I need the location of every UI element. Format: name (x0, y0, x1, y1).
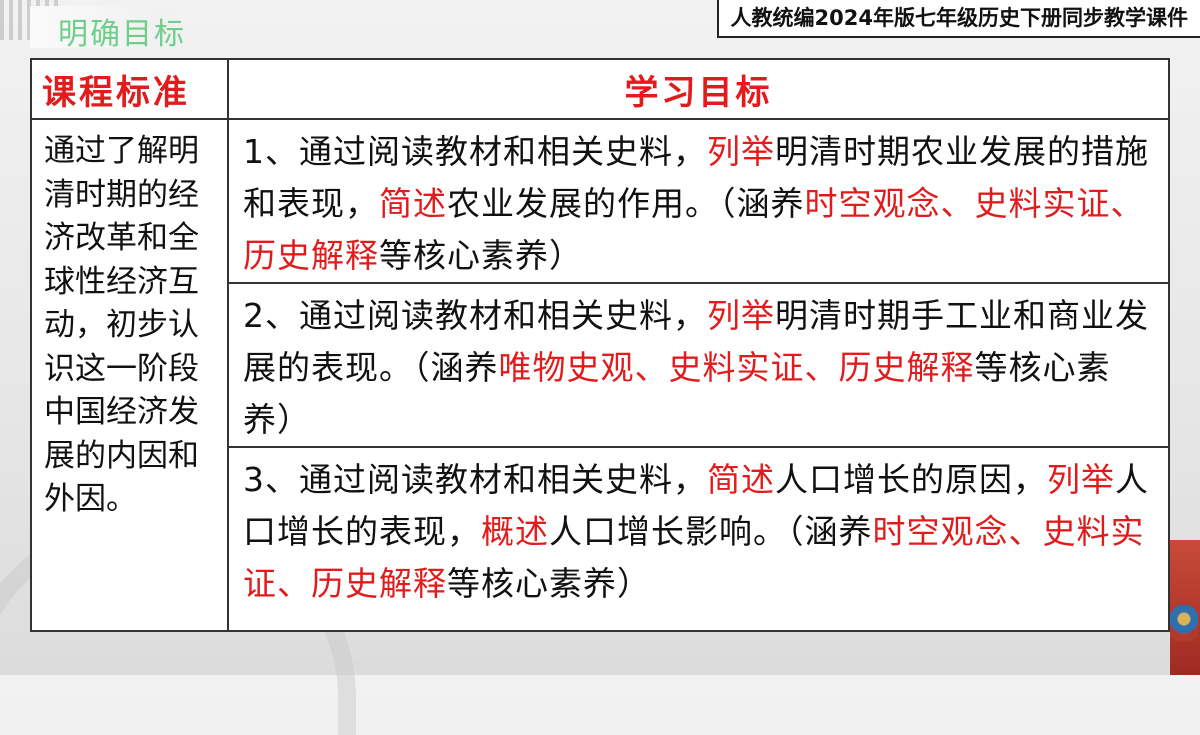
curriculum-standard-text: 通过了解明清时期的经济改革和全球性经济互动，初步认识这一阶段中国经济发展的内因和… (30, 118, 229, 632)
objective-1: 1、通过阅读教材和相关史料，列举明清时期农业发展的措施和表现，简述农业发展的作用… (227, 118, 1170, 284)
highlight-term: 简述 (707, 460, 775, 499)
objective-text: 2、通过阅读教材和相关史料， (243, 296, 707, 335)
objective-text: 人口增长影响。（涵养 (549, 512, 873, 551)
objective-text: 等核心素养） (447, 564, 651, 603)
highlight-term: 列举 (707, 132, 775, 171)
objective-text: 农业发展的作用。（涵养 (447, 184, 805, 223)
course-title: 人教统编2024年版七年级历史下册同步教学课件 (716, 0, 1200, 38)
objective-text: 3、通过阅读教材和相关史料， (243, 460, 707, 499)
curriculum-standard-header: 课程标准 (30, 58, 229, 120)
learning-objectives-header: 学习目标 (227, 58, 1170, 120)
objective-2: 2、通过阅读教材和相关史料，列举明清时期手工业和商业发展的表现。（涵养唯物史观、… (227, 282, 1170, 448)
objective-text: 人口增长的原因， (775, 460, 1047, 499)
section-title: 明确目标 (58, 17, 186, 52)
objective-3: 3、通过阅读教材和相关史料，简述人口增长的原因，列举人口增长的表现，概述人口增长… (227, 446, 1170, 632)
temple-image (1170, 605, 1198, 675)
highlight-term: 唯物史观、史料实证、历史解释 (498, 348, 975, 387)
highlight-term: 列举 (1047, 460, 1115, 499)
objective-text: 等核心素养） (379, 236, 583, 275)
objectives-table: 课程标准 学习目标 通过了解明清时期的经济改革和全球性经济互动，初步认识这一阶段… (30, 58, 1170, 632)
objective-text: 1、通过阅读教材和相关史料， (243, 132, 707, 171)
highlight-term: 简述 (379, 184, 447, 223)
highlight-term: 概述 (481, 512, 549, 551)
highlight-term: 列举 (707, 296, 775, 335)
